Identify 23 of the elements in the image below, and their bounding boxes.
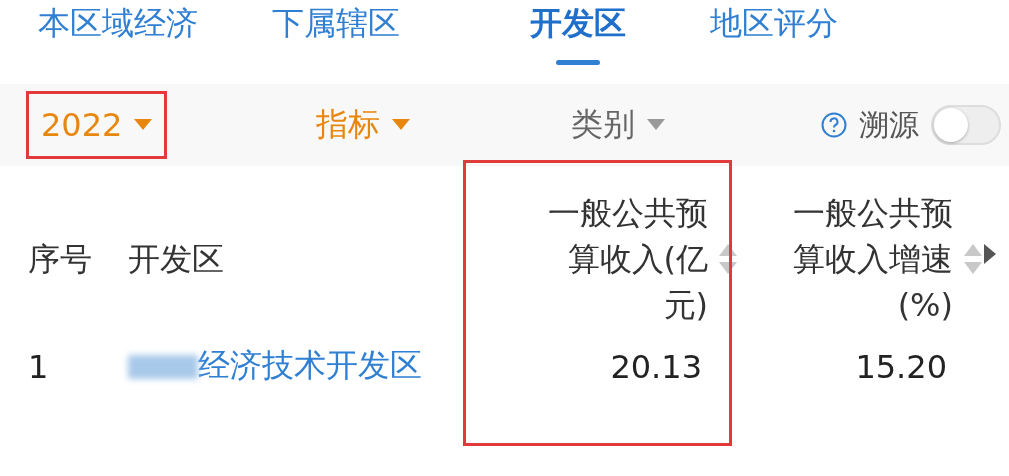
column-header: 一般公共预算收入增速(%)	[738, 184, 983, 334]
filter-dropdown[interactable]: 类别	[556, 88, 680, 162]
help-icon[interactable]	[821, 112, 847, 138]
tab[interactable]: 本区域经济	[38, 2, 198, 46]
column-header: 一般公共预算收入(亿元)	[463, 184, 738, 334]
tab[interactable]: 开发区	[530, 2, 626, 65]
sort-icon[interactable]	[718, 242, 738, 276]
filter-dropdown[interactable]: 指标	[301, 88, 425, 162]
table-cell-text: 1	[28, 347, 50, 388]
table-cell-text: 20.13	[609, 347, 703, 388]
tab[interactable]: 地区评分	[710, 2, 838, 46]
tab[interactable]: 下属辖区	[272, 2, 400, 46]
toggle-label: 溯源	[859, 105, 919, 144]
zone-link[interactable]: 经济技术开发区	[128, 334, 463, 454]
column-header: 开发区	[128, 239, 225, 280]
caret-icon	[392, 119, 410, 131]
table-cell-text: 15.20	[854, 347, 948, 388]
caret-icon	[134, 119, 153, 131]
caret-icon	[647, 119, 665, 131]
column-header: 序号	[28, 239, 93, 280]
scroll-right-icon[interactable]	[983, 243, 997, 265]
filter-dropdown[interactable]: 2022	[26, 91, 168, 159]
toggle-switch[interactable]	[931, 105, 1001, 145]
